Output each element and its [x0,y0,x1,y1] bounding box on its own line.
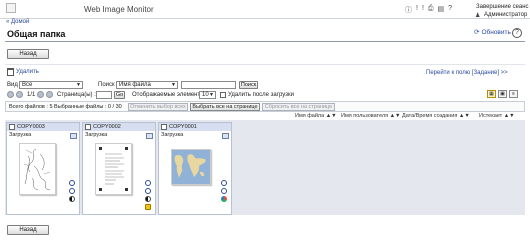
logout-link[interactable]: Завершение сеанс [476,4,529,10]
thumbnail-view-icon[interactable]: ▦ [487,90,496,98]
header-icons: ⓘ ! ! ⎙ ▤ ? [405,5,452,15]
display-select[interactable]: 10 ▼ [199,91,216,99]
go-button[interactable]: Go [114,91,125,99]
info-icon[interactable]: ⓘ [405,5,412,15]
page-title: Общая папка [7,29,66,39]
cancel-select-all-button[interactable]: Отменить выбор всех [128,103,188,111]
goto-jobs-link[interactable]: Перейти к полю [Задание] >> [426,70,508,76]
status-icon[interactable]: ! [416,5,418,15]
file-card[interactable]: COPY0001 Загрузка [158,122,232,215]
refresh-button[interactable]: ⟳ Обновить [474,28,511,37]
view-mode-toggles: ▦ ▣ ≡ [487,90,518,98]
chevron-down-icon: ▼ [209,92,214,98]
file-checkbox[interactable] [9,124,15,130]
chevron-down-icon: ▼ [171,82,176,88]
file-name: COPY0002 [93,124,121,130]
back-button-bottom[interactable]: Назад [7,225,49,235]
file-card[interactable]: COPY0003 Загрузка [6,122,80,215]
sort-file-name[interactable]: Имя файла ▲▼ [295,113,337,119]
file-status: Загрузка [85,132,108,138]
ricoh-logo-icon [6,3,16,13]
help-icon[interactable]: ? [512,28,522,38]
search-field-select[interactable]: Имя файла ▼ [116,81,178,89]
next-page-icon[interactable] [37,91,44,98]
scan-icon [221,188,227,194]
view-select-value: Все [22,82,33,88]
scan-icon [145,188,151,194]
alert-icon[interactable]: ! [422,5,424,15]
view-select[interactable]: Все ▼ [19,81,83,89]
pager-buttons-right [37,91,53,98]
file-grid: COPY0003 Загрузка COPY0002 Загрузка COPY… [5,120,525,215]
delete-button[interactable]: Удалить [7,68,39,76]
chevron-down-icon: ▼ [76,82,81,88]
trash-icon [7,68,14,76]
rotate-icon[interactable] [145,180,151,186]
properties-icon[interactable] [70,133,77,139]
sort-expires[interactable]: Истекает ▲▼ [479,113,515,119]
file-name: COPY0001 [169,124,197,130]
display-label: Отображаемые элементы : [132,92,208,98]
properties-icon[interactable] [146,133,153,139]
properties-icon[interactable] [222,133,229,139]
list-view-icon[interactable]: ≡ [509,90,518,98]
rotate-icon[interactable] [69,180,75,186]
sketch-thumbnail-icon [23,148,51,191]
trash-header-icon[interactable]: ▤ [438,5,445,15]
home-link[interactable]: « Домой [6,19,29,25]
pager-text: 1/1 [27,92,36,98]
title-divider [5,41,525,42]
app-title: Web Image Monitor [84,5,154,14]
icon-view-icon[interactable]: ▣ [498,90,507,98]
file-status: Загрузка [161,132,184,138]
prev-page-icon[interactable] [16,91,23,98]
search-input[interactable] [181,81,236,89]
reset-page-button[interactable]: Сбросить все на странице [262,103,335,111]
file-thumbnail[interactable] [171,149,211,185]
delete-after-checkbox[interactable] [220,92,226,98]
pager-buttons [7,91,23,98]
card-header: COPY0002 [83,123,155,131]
file-checkbox[interactable] [85,124,91,130]
header-divider [0,18,530,19]
delete-label: Удалить [16,69,39,75]
page-input[interactable] [96,91,112,99]
card-header: COPY0001 [159,123,231,131]
search-label: Поиск : [98,82,118,88]
bw-mode-icon [69,196,75,202]
color-mode-icon [221,196,227,202]
sort-header: Имя файла ▲▼ Имя пользователя ▲▼ Дата/Вр… [5,112,525,120]
help-header-icon[interactable]: ? [448,5,452,15]
search-button[interactable]: Поиск [239,81,258,89]
lock-icon [145,204,151,210]
map-thumbnail-icon [172,150,210,184]
file-card[interactable]: COPY0002 Загрузка [82,122,156,215]
display-select-value: 10 [202,92,209,98]
file-thumbnail[interactable] [19,143,56,195]
page-label: Страница(ы) : [57,92,96,98]
file-status: Загрузка [9,132,32,138]
sort-date[interactable]: Дата/Время создания ▲▼ [402,113,470,119]
sort-user-name[interactable]: Имя пользователя ▲▼ [341,113,401,119]
refresh-label: Обновить [481,28,511,36]
divider [5,64,525,65]
file-name: COPY0003 [17,124,45,130]
file-checkbox[interactable] [161,124,167,130]
search-field-value: Имя файла [119,82,151,88]
device-icon[interactable]: ⎙ [428,5,434,15]
scan-icon [69,188,75,194]
bw-mode-icon [145,196,151,202]
rotate-icon[interactable] [221,180,227,186]
delete-after-label: Удалить после загрузки [228,92,294,98]
select-all-page-button[interactable]: Выбрать все на странице [190,103,260,111]
last-page-icon[interactable] [46,91,53,98]
document-thumbnail-icon [99,147,128,191]
file-thumbnail[interactable] [95,143,132,195]
first-page-icon[interactable] [7,91,14,98]
refresh-icon: ⟳ [474,29,480,36]
card-header: COPY0003 [7,123,79,131]
back-button-top[interactable]: Назад [7,49,49,59]
totals-text: Всего файлов : 5 Выбранные файлы : 0 / 3… [9,104,122,110]
